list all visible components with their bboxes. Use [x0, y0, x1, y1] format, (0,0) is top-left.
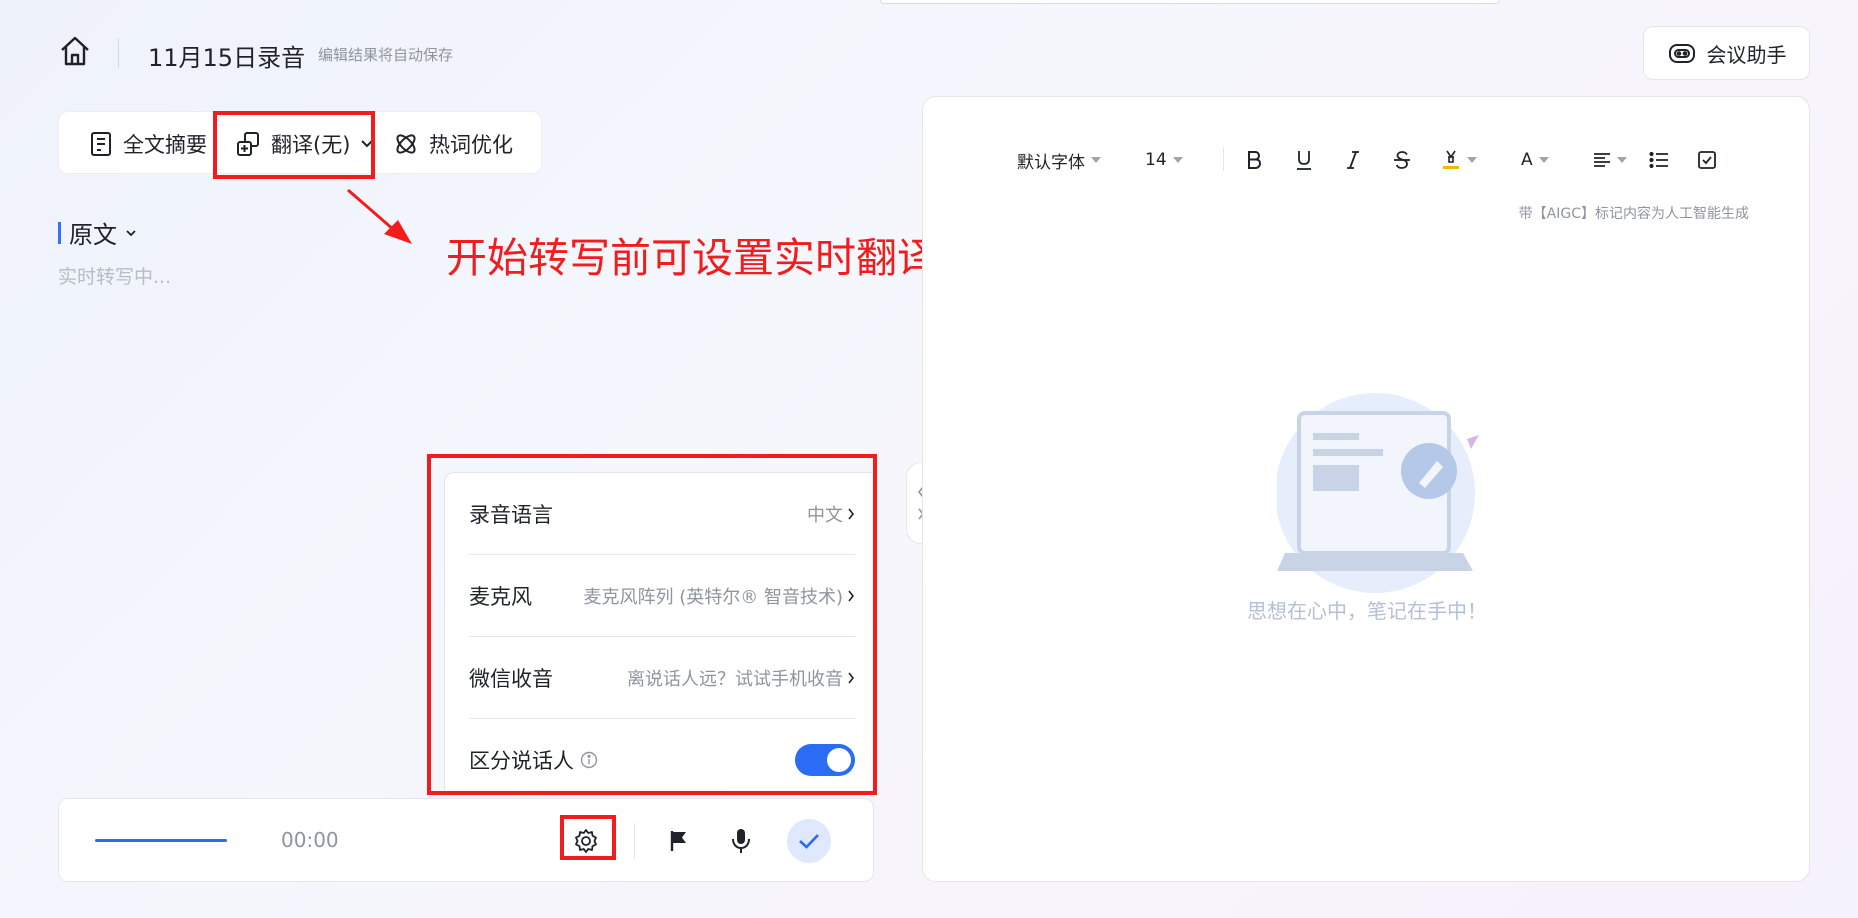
chevron-right-icon — [848, 508, 855, 519]
recording-language-row[interactable]: 录音语言 中文 — [469, 473, 855, 555]
transcript-toolbar: 全文摘要 翻译(无) 热词优化 — [58, 111, 542, 174]
microphone-button[interactable] — [727, 826, 755, 856]
section-marker — [58, 221, 61, 244]
empty-notes-illustration — [1277, 393, 1479, 593]
translate-icon — [237, 131, 259, 156]
wechat-capture-text: 离说话人远？试试手机收音 — [627, 668, 843, 690]
home-button[interactable] — [58, 34, 92, 68]
home-icon — [61, 36, 89, 66]
chevron-down-icon — [126, 229, 136, 236]
gear-icon — [575, 829, 597, 853]
hotword-icon — [396, 133, 416, 154]
align-left-icon — [1594, 153, 1610, 167]
text-color-glyph: A — [1521, 150, 1533, 170]
checklist-button[interactable] — [1697, 145, 1717, 175]
microphone-icon — [732, 829, 750, 853]
annotation-text: 开始转写前可设置实时翻译 — [446, 234, 938, 282]
annotation-arrow-up — [347, 188, 412, 244]
wechat-capture-label: 微信收音 — [469, 666, 553, 691]
strikethrough-button[interactable] — [1393, 145, 1411, 175]
microphone-label: 麦克风 — [469, 584, 532, 609]
strikethrough-icon — [1394, 151, 1410, 169]
notes-editor[interactable]: 默认字体 14 A 带【AIGC】标记内容为人工智能生成 思想在心中，笔记在手中… — [922, 96, 1810, 882]
toolbar-divider — [1223, 147, 1224, 171]
bold-icon — [1248, 151, 1262, 169]
bold-button[interactable] — [1245, 145, 1263, 175]
speaker-diarization-label: 区分说话人 — [469, 749, 574, 773]
chevron-right-icon — [848, 590, 855, 601]
wechat-capture-value[interactable]: 离说话人远？试试手机收音 — [627, 665, 855, 691]
highlighter-icon — [1443, 150, 1459, 169]
hotword-button[interactable]: 热词优化 — [393, 112, 513, 175]
recording-language-label: 录音语言 — [469, 502, 553, 527]
microphone-value[interactable]: 麦克风阵列 (英特尔® 智音技术) — [584, 583, 856, 609]
page-title: 11月15日录音 — [148, 44, 306, 72]
aigc-notice: 带【AIGC】标记内容为人工智能生成 — [1518, 206, 1749, 222]
wechat-capture-row[interactable]: 微信收音 离说话人远？试试手机收音 — [469, 637, 855, 719]
check-icon — [799, 834, 819, 849]
font-family-select[interactable]: 默认字体 — [1017, 145, 1101, 175]
bullet-list-icon — [1649, 151, 1668, 169]
top-window-strip — [880, 0, 1500, 4]
meeting-assistant-button[interactable]: 会议助手 — [1643, 26, 1810, 80]
robot-icon — [1668, 44, 1695, 63]
recording-language-value[interactable]: 中文 — [807, 501, 855, 527]
flag-icon — [670, 831, 686, 851]
speaker-diarization-toggle[interactable] — [795, 744, 855, 776]
font-family-value: 默认字体 — [1017, 152, 1085, 173]
info-icon[interactable] — [580, 751, 598, 769]
summary-button[interactable]: 全文摘要 — [89, 112, 207, 175]
checkbox-icon — [1698, 151, 1716, 169]
recording-time: 00:00 — [281, 828, 339, 852]
font-size-select[interactable]: 14 — [1145, 145, 1183, 175]
text-color-button[interactable]: A — [1521, 145, 1549, 175]
align-button[interactable] — [1593, 145, 1627, 175]
recording-language-text: 中文 — [807, 504, 843, 526]
highlight-button[interactable] — [1441, 145, 1477, 175]
mark-button[interactable] — [665, 827, 693, 855]
italic-icon — [1347, 151, 1359, 169]
underline-button[interactable] — [1295, 145, 1313, 175]
recorder-bar: 00:00 — [58, 798, 874, 882]
original-text-label: 原文 — [69, 221, 117, 249]
recorder-divider — [634, 823, 635, 859]
recording-settings-popup: 录音语言 中文 麦克风 麦克风阵列 (英特尔® 智音技术) 微信收音 离说话人远… — [444, 472, 872, 790]
transcript-placeholder: 实时转写中... — [58, 266, 172, 288]
caret-down-icon — [1538, 157, 1549, 163]
summary-label: 全文摘要 — [123, 132, 207, 157]
microphone-text: 麦克风阵列 (英特尔® 智音技术) — [583, 586, 844, 608]
settings-button[interactable] — [571, 826, 601, 856]
chevron-right-icon — [848, 672, 855, 683]
toggle-knob — [827, 748, 851, 772]
audio-waveform — [95, 839, 227, 842]
translate-button[interactable]: 翻译(无) — [235, 112, 374, 175]
underline-icon — [1297, 151, 1311, 170]
speaker-diarization-row: 区分说话人 — [469, 719, 855, 790]
meeting-assistant-label: 会议助手 — [1706, 42, 1787, 67]
translate-label: 翻译(无) — [271, 132, 351, 157]
original-text-selector[interactable]: 原文 — [58, 215, 137, 250]
hotword-label: 热词优化 — [429, 132, 513, 157]
caret-down-icon — [1172, 157, 1183, 163]
speaker-diarization-label-wrap: 区分说话人 — [469, 745, 598, 775]
autosave-hint: 编辑结果将自动保存 — [318, 46, 454, 64]
bullet-list-button[interactable] — [1649, 145, 1669, 175]
empty-notes-message: 思想在心中，笔记在手中！ — [1247, 599, 1487, 623]
chevron-down-icon — [361, 139, 374, 147]
document-icon — [91, 131, 111, 156]
caret-down-icon — [1617, 157, 1627, 163]
caret-down-icon — [1091, 157, 1101, 163]
caret-down-icon — [1467, 157, 1477, 163]
microphone-row[interactable]: 麦克风 麦克风阵列 (英特尔® 智音技术) — [469, 555, 855, 637]
font-size-value: 14 — [1145, 150, 1167, 170]
italic-button[interactable] — [1345, 145, 1361, 175]
finish-recording-button[interactable] — [787, 819, 831, 863]
header-divider — [118, 38, 119, 68]
